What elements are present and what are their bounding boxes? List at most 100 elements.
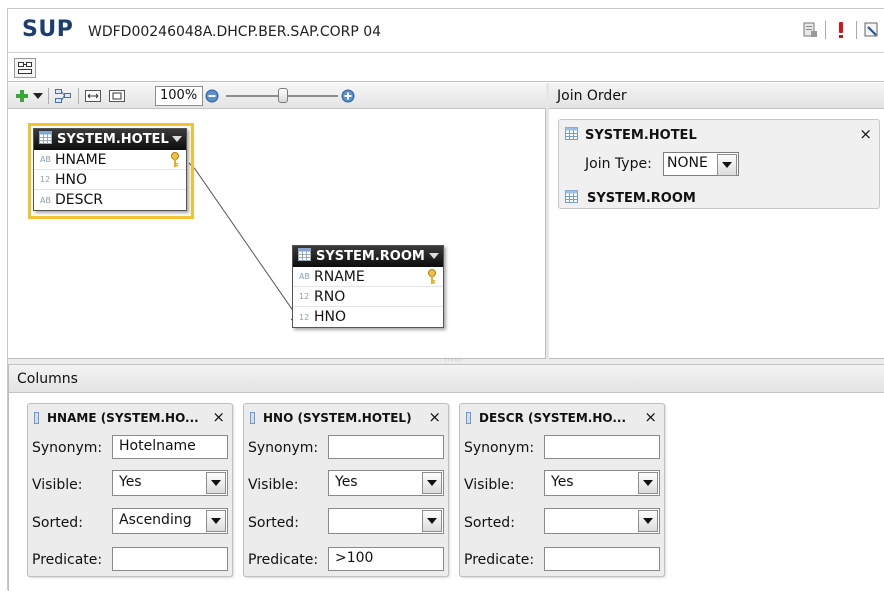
mode-bar (8, 54, 884, 82)
visible-value: Yes (551, 474, 574, 490)
close-icon[interactable]: × (859, 125, 872, 143)
join-second-table: SYSTEM.ROOM (565, 190, 696, 207)
table-name: SYSTEM.ROOM (316, 249, 425, 264)
column-name: DESCR (55, 192, 104, 208)
sorted-select[interactable] (328, 508, 444, 534)
chevron-down-icon[interactable] (717, 154, 737, 176)
table-header[interactable]: SYSTEM.HOTEL (34, 129, 186, 150)
column-type: 12 (299, 312, 310, 322)
predicate-field[interactable]: >100 (328, 547, 444, 571)
join-first-table-name: SYSTEM.HOTEL (585, 128, 697, 143)
header-toolbar (801, 21, 881, 39)
sql-editor-window: SUP WDFD00246048A.DHCP.BER.SAP.CORP 04 1… (7, 8, 884, 591)
chevron-down-icon[interactable] (638, 510, 658, 532)
predicate-label: Predicate: (32, 552, 103, 568)
column-icon (250, 412, 255, 424)
chevron-down-icon[interactable] (206, 510, 226, 532)
join-card: SYSTEM.HOTEL × Join Type: NONE SYSTEM.RO… (558, 119, 880, 209)
table-column-row[interactable]: 12 RNO (293, 287, 443, 307)
visible-select[interactable]: Yes (328, 470, 444, 496)
column-type: AB (299, 272, 310, 281)
table-icon (565, 127, 578, 144)
close-icon[interactable]: × (644, 408, 657, 426)
synonym-field[interactable] (544, 435, 660, 459)
synonym-field[interactable]: Hotelname (112, 435, 228, 459)
column-card: HNAME (SYSTEM.HO... × Synonym: Hotelname… (27, 403, 233, 577)
table-menu-icon[interactable] (172, 136, 182, 142)
close-icon[interactable]: × (428, 408, 441, 426)
synonym-label: Synonym: (248, 440, 319, 456)
toolbar-separator (856, 21, 857, 39)
table-name: SYSTEM.HOTEL (57, 132, 169, 147)
table-icon (39, 131, 52, 148)
chevron-down-icon[interactable] (206, 472, 226, 494)
system-id: SUP (22, 17, 74, 42)
chevron-down-icon[interactable] (422, 510, 442, 532)
execute-icon[interactable] (801, 21, 819, 39)
column-type: AB (40, 195, 51, 205)
columns-pane: Columns HNAME (SYSTEM.HO... × Synonym: H… (8, 365, 884, 591)
table-column-row[interactable]: AB DESCR (34, 190, 186, 210)
editor-header: SUP WDFD00246048A.DHCP.BER.SAP.CORP 04 (8, 9, 884, 53)
predicate-label: Predicate: (248, 552, 319, 568)
error-icon[interactable] (832, 21, 850, 39)
table-entity-room[interactable]: SYSTEM.ROOM AB RNAME 12 RNO 12 HNO (292, 245, 444, 328)
explain-icon[interactable] (863, 21, 881, 39)
visible-select[interactable]: Yes (544, 470, 660, 496)
join-order-title: Join Order (549, 83, 884, 109)
predicate-field[interactable] (544, 547, 660, 571)
join-first-table: SYSTEM.HOTEL (565, 127, 697, 144)
column-card-name: DESCR (SYSTEM.HO... (479, 411, 627, 425)
sorted-label: Sorted: (248, 515, 299, 531)
predicate-field[interactable] (112, 547, 228, 571)
toolbar-separator (825, 21, 826, 39)
column-icon (34, 412, 39, 424)
host-name: WDFD00246048A.DHCP.BER.SAP.CORP 04 (88, 24, 382, 40)
visible-value: Yes (335, 474, 358, 490)
table-column-row[interactable]: AB HNAME (34, 150, 186, 170)
splitter-grip[interactable]: ····· (444, 356, 462, 365)
table-column-row[interactable]: 12 HNO (34, 170, 186, 190)
sorted-label: Sorted: (464, 515, 515, 531)
visible-value: Yes (119, 474, 142, 490)
visible-label: Visible: (464, 477, 515, 493)
key-icon (170, 152, 180, 172)
visible-select[interactable]: Yes (112, 470, 228, 496)
chevron-down-icon[interactable] (422, 472, 442, 494)
sorted-select[interactable]: Ascending (112, 508, 228, 534)
sorted-value: Ascending (119, 512, 192, 528)
table-icon (298, 248, 311, 265)
visible-label: Visible: (32, 477, 83, 493)
join-type-select[interactable]: NONE (663, 152, 739, 176)
join-type-label: Join Type: (585, 156, 652, 172)
column-card-title: HNO (SYSTEM.HOTEL) (250, 410, 442, 426)
columns-title: Columns (9, 365, 884, 393)
column-card-name: HNAME (SYSTEM.HO... (47, 411, 199, 425)
synonym-field[interactable] (328, 435, 444, 459)
table-menu-icon[interactable] (429, 253, 439, 259)
column-card-title: DESCR (SYSTEM.HO... (466, 410, 658, 426)
column-name: RNAME (314, 268, 365, 285)
join-order-pane: Join Order SYSTEM.HOTEL × Join Type: NON… (549, 83, 884, 359)
table-icon (565, 190, 578, 207)
table-entity-hotel[interactable]: SYSTEM.HOTEL AB HNAME 12 HNO AB DESCR (33, 128, 187, 211)
synonym-label: Synonym: (32, 440, 103, 456)
join-second-table-name: SYSTEM.ROOM (587, 191, 696, 206)
chevron-down-icon[interactable] (638, 472, 658, 494)
column-type: 12 (299, 292, 310, 301)
column-name: RNO (314, 288, 346, 305)
sorted-select[interactable] (544, 508, 660, 534)
join-type-value: NONE (667, 155, 708, 171)
table-header[interactable]: SYSTEM.ROOM (293, 246, 443, 267)
predicate-label: Predicate: (464, 552, 535, 568)
close-icon[interactable]: × (212, 408, 225, 426)
visible-label: Visible: (248, 477, 299, 493)
query-designer-tab[interactable] (14, 58, 36, 78)
column-card-name: HNO (SYSTEM.HOTEL) (263, 411, 412, 425)
column-icon (466, 412, 471, 424)
diagram-canvas[interactable]: 100% SYSTEM.HOTEL AB HNAME 12 HNO AB DES… (8, 83, 546, 359)
table-column-row[interactable]: AB RNAME (293, 267, 443, 287)
diagram-mode-icon (18, 62, 32, 74)
table-column-row[interactable]: 12 HNO (293, 307, 443, 327)
key-icon (427, 269, 437, 289)
